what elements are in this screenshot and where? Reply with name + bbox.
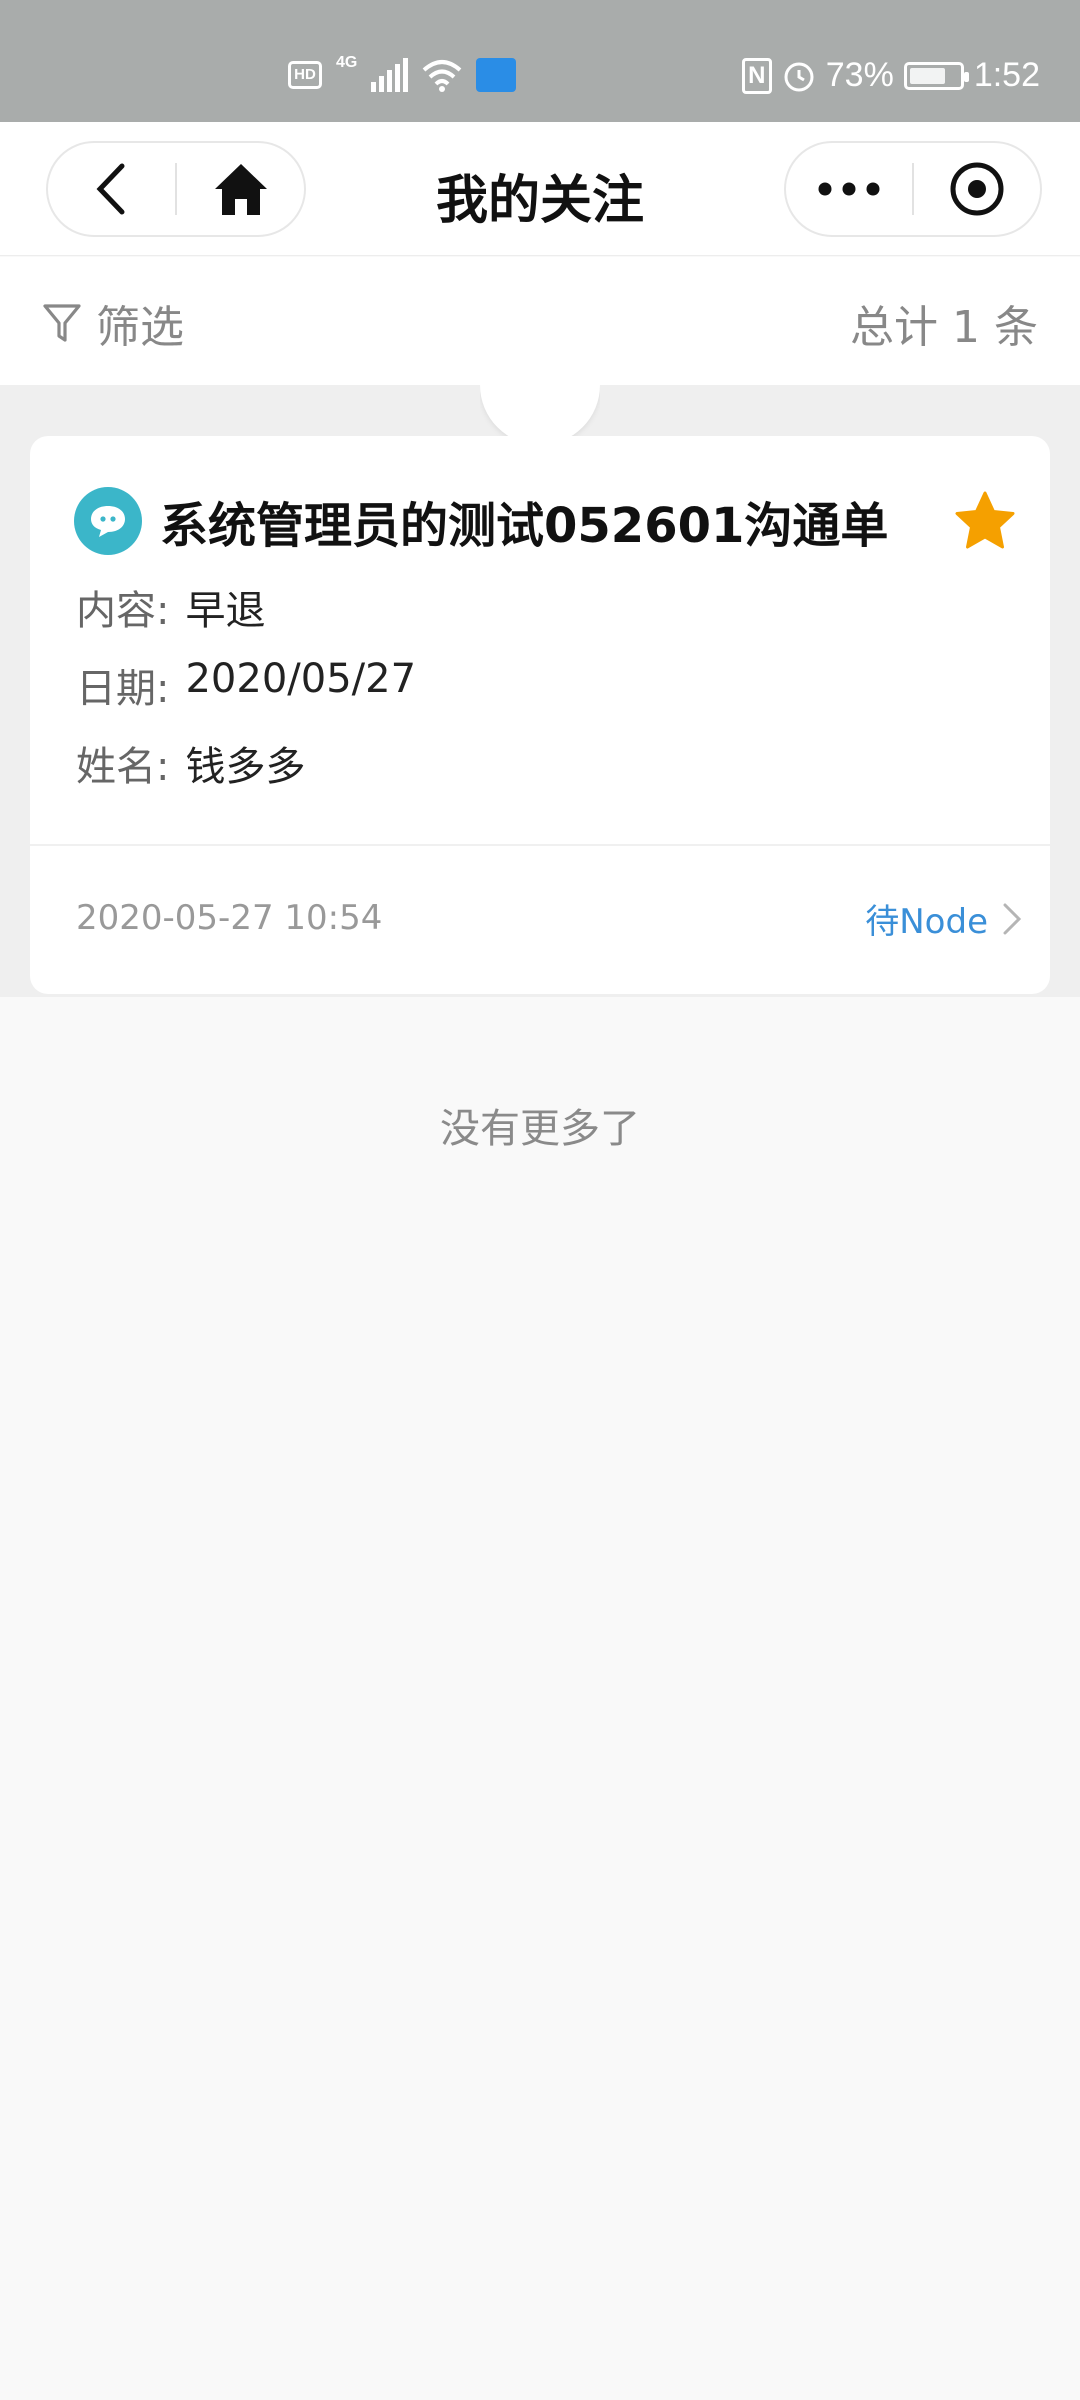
status-bar: HD 4G N 73% 1:52 (0, 0, 1080, 122)
field-content: 内容: 早退 (76, 578, 265, 636)
nfc-icon: N (741, 57, 772, 94)
chevron-right-icon (1003, 903, 1022, 934)
wifi-icon (423, 60, 462, 92)
status-right-icons: N 73% 1:52 (741, 56, 1040, 95)
field-value: 钱多多 (185, 744, 306, 790)
list-item-card[interactable]: 系统管理员的测试052601沟通单 内容: 早退 日期: 2020/05/27 … (30, 436, 1050, 994)
nav-capsule-right (784, 141, 1042, 237)
more-icon (818, 182, 880, 196)
hd-indicator: HD (288, 61, 322, 89)
app-notification-icon (476, 58, 517, 92)
network-type: 4G (336, 54, 358, 71)
card-title: 系统管理员的测试052601沟通单 (160, 498, 889, 554)
field-label: 内容: (76, 588, 170, 634)
filter-button[interactable]: 筛选 (42, 291, 184, 355)
card-header: 系统管理员的测试052601沟通单 (74, 486, 1016, 556)
battery-icon (903, 61, 969, 90)
field-label: 姓名: (76, 744, 170, 790)
filter-bar: 筛选 总计 1 条 (0, 257, 1080, 385)
filter-label: 筛选 (96, 302, 184, 353)
battery-percent: 73% (825, 56, 894, 94)
field-name: 姓名: 钱多多 (76, 734, 305, 792)
field-value: 2020/05/27 (185, 656, 417, 702)
alarm-icon (784, 62, 814, 91)
clock: 1:52 (973, 56, 1040, 94)
no-more-text: 没有更多了 (440, 1106, 640, 1152)
card-timestamp: 2020-05-27 10:54 (76, 898, 383, 938)
field-value: 早退 (185, 588, 266, 634)
filter-icon (43, 304, 81, 342)
star-icon[interactable] (954, 490, 1016, 552)
signal-icon (371, 58, 409, 92)
field-label: 日期: (76, 666, 170, 712)
card-divider (30, 844, 1050, 846)
total-count: 总计 1 条 (850, 302, 1038, 353)
nav-header: 我的关注 (0, 122, 1080, 256)
more-button[interactable] (786, 143, 912, 235)
chat-icon (74, 487, 142, 555)
status-left-icons: HD 4G (288, 54, 517, 92)
status-link[interactable]: 待Node (865, 894, 1022, 943)
field-date: 日期: 2020/05/27 (76, 656, 416, 714)
close-miniprogram-button[interactable] (914, 143, 1040, 235)
status-label: 待Node (865, 902, 988, 942)
close-target-icon (950, 162, 1004, 216)
